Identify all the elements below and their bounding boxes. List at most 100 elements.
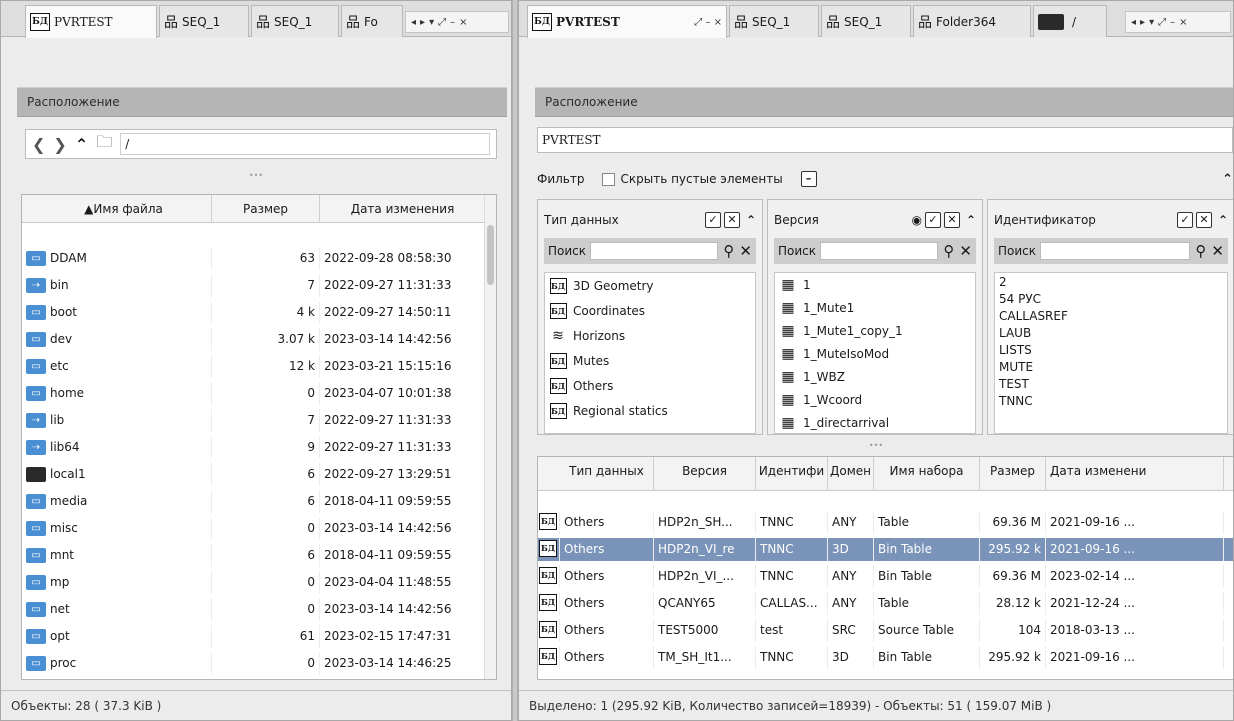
table-row[interactable]: БД Others TEST5000 test SRC Source Table 104 20… <box>538 619 1233 642</box>
tab-folder[interactable]: 品 Fo <box>341 5 403 37</box>
table-row[interactable]: ▭ mp 0 2023-04-04 11:48:55 <box>22 571 496 594</box>
tab-pvrtest[interactable]: БД PVRTEST <box>25 5 157 38</box>
table-row[interactable]: ▭ home 0 2023-04-07 10:01:38 <box>22 382 496 405</box>
deselect-all-icon[interactable]: ✕ <box>1195 212 1212 228</box>
list-item[interactable]: 54 РУС <box>995 290 1227 307</box>
up-icon[interactable]: ⌃ <box>75 135 88 154</box>
table-row[interactable]: БД Others HDP2n_VI_... TNNC ANY Bin Table 69.3… <box>538 565 1233 588</box>
list-item[interactable]: БД 3D Geometry <box>545 273 755 298</box>
path-field[interactable]: PVRTEST <box>537 127 1233 153</box>
column-header-date[interactable]: Дата изменения <box>320 195 486 223</box>
column-header-date[interactable]: Дата изменени <box>1046 457 1224 491</box>
table-row[interactable]: ⇢ bin 7 2022-09-27 11:31:33 <box>22 274 496 297</box>
select-all-icon[interactable]: ✓ <box>924 212 941 228</box>
back-icon[interactable]: ❮ <box>32 135 45 154</box>
splitter-handle[interactable]: ••• <box>519 441 1233 450</box>
list-item[interactable]: CALLASREF <box>995 307 1227 324</box>
collapse-icon[interactable]: ⌃ <box>966 213 976 227</box>
table-row[interactable]: БД Others TM_SH_It1... TNNC 3D Bin Table 295.9… <box>538 646 1233 669</box>
list-item[interactable]: LISTS <box>995 341 1227 358</box>
path-input[interactable]: / <box>120 133 490 155</box>
identifier-search-input[interactable] <box>1040 242 1191 260</box>
table-row[interactable]: ▭ DDAM 63 2022-09-28 08:58:30 <box>22 247 496 270</box>
deselect-all-icon[interactable]: ✕ <box>943 212 960 228</box>
scroll-left-icon[interactable]: ◂ <box>1131 17 1136 28</box>
list-item[interactable]: TNNC <box>995 392 1227 409</box>
column-header-size[interactable]: Размер <box>980 457 1046 491</box>
select-all-icon[interactable]: ✓ <box>704 212 721 228</box>
collapse-icon[interactable]: ⌃ <box>746 213 756 227</box>
column-header-datatype[interactable]: Тип данных <box>560 457 654 491</box>
list-item[interactable]: ▦ 1_Mute1 <box>775 296 975 319</box>
eye-icon[interactable]: ◉ <box>911 213 921 227</box>
table-row[interactable]: БД Others HDP2n_SH... TNNC ANY Table 69.36 M 20… <box>538 511 1233 534</box>
tab-seq-1-second[interactable]: 品 SEQ_1 <box>251 5 339 37</box>
table-row[interactable]: ▭ media 6 2018-04-11 09:59:55 <box>22 490 496 513</box>
table-row[interactable]: БД Others QCANY65 CALLAS... ANY Table 28.12 k2… <box>538 592 1233 615</box>
scroll-left-icon[interactable]: ◂ <box>411 17 416 28</box>
table-row[interactable]: ⇢ lib64 9 2022-09-27 11:31:33 <box>22 436 496 459</box>
scroll-right-icon[interactable]: ▸ <box>420 17 425 28</box>
tab-menu-icon[interactable]: ▾ <box>429 17 434 28</box>
tab-root-folder[interactable]: / <box>1033 5 1107 37</box>
close-icon[interactable]: × <box>459 17 467 28</box>
list-item[interactable]: ▦ 1_directarrival <box>775 411 975 433</box>
tab-folder364[interactable]: 品 Folder364 <box>913 5 1031 37</box>
tab-menu-icon[interactable]: ▾ <box>1149 17 1154 28</box>
clear-icon[interactable]: ✕ <box>739 242 752 260</box>
list-item[interactable]: БД Others <box>545 373 755 398</box>
collapse-filter-icon[interactable]: – <box>800 171 817 187</box>
scrollbar-thumb[interactable] <box>487 225 494 285</box>
search-icon[interactable]: ⚲ <box>943 242 954 260</box>
hide-empty-checkbox[interactable] <box>602 172 616 186</box>
list-item[interactable]: 2 <box>995 273 1227 290</box>
maximize-icon[interactable]: ⤢ <box>1158 17 1166 28</box>
clear-icon[interactable]: ✕ <box>959 242 972 260</box>
minimize-icon[interactable]: – <box>1170 17 1175 28</box>
collapse-up-icon[interactable]: ⌃ <box>1222 172 1233 187</box>
column-header-domain[interactable]: Домен <box>828 457 874 491</box>
deselect-all-icon[interactable]: ✕ <box>723 212 740 228</box>
select-all-icon[interactable]: ✓ <box>1176 212 1193 228</box>
table-row[interactable]: ▭ mnt 6 2018-04-11 09:59:55 <box>22 544 496 567</box>
clear-icon[interactable]: ✕ <box>1211 242 1224 260</box>
tab-seq-1-second[interactable]: 品 SEQ_1 <box>821 5 911 37</box>
table-row[interactable]: ▭ boot 4 k 2022-09-27 14:50:11 <box>22 301 496 324</box>
column-header-name[interactable]: ▲Имя файла <box>36 195 212 223</box>
table-row[interactable]: ▭ dev 3.07 k 2023-03-14 14:42:56 <box>22 328 496 351</box>
scroll-right-icon[interactable]: ▸ <box>1140 17 1145 28</box>
table-row[interactable]: ▭ net 0 2023-03-14 14:42:56 <box>22 598 496 621</box>
close-icon[interactable]: × <box>1179 17 1187 28</box>
version-search-input[interactable] <box>820 242 939 260</box>
table-row[interactable]: БД Others HDP2n_VI_re TNNC 3D Bin Table 295.92… <box>538 538 1233 561</box>
table-row[interactable]: ▭ proc 0 2023-03-14 14:46:25 <box>22 652 496 675</box>
column-header-size[interactable]: Размер <box>212 195 320 223</box>
search-icon[interactable]: ⚲ <box>723 242 734 260</box>
column-header-set-name[interactable]: Имя набора <box>874 457 980 491</box>
list-item[interactable]: ▦ 1_MuteIsoMod <box>775 342 975 365</box>
table-row[interactable]: ▭ opt 61 2023-02-15 17:47:31 <box>22 625 496 648</box>
table-row[interactable]: ▭ misc 0 2023-03-14 14:42:56 <box>22 517 496 540</box>
tab-pvrtest[interactable]: БД PVRTEST ⤢ – × <box>527 5 727 38</box>
list-item[interactable]: ▦ 1_Wcoord <box>775 388 975 411</box>
file-table-scrollbar[interactable] <box>484 195 496 679</box>
tab-seq-1[interactable]: 品 SEQ_1 <box>729 5 819 37</box>
list-item[interactable]: ▦ 1_Mute1_copy_1 <box>775 319 975 342</box>
datatype-search-input[interactable] <box>590 242 719 260</box>
search-icon[interactable]: ⚲ <box>1195 242 1206 260</box>
list-item[interactable]: MUTE <box>995 358 1227 375</box>
table-row[interactable]: local1 6 2022-09-27 13:29:51 <box>22 463 496 486</box>
table-row[interactable]: ▭ etc 12 k 2023-03-21 15:15:16 <box>22 355 496 378</box>
tab-seq-1[interactable]: 品 SEQ_1 <box>159 5 249 37</box>
list-item[interactable]: БД Regional statics <box>545 398 755 423</box>
maximize-icon[interactable]: ⤢ <box>438 17 446 28</box>
list-item[interactable]: БД Mutes <box>545 348 755 373</box>
minimize-icon[interactable]: – <box>450 17 455 28</box>
tab-close-icon[interactable]: ⤢ – × <box>694 17 722 28</box>
list-item[interactable]: БД Coordinates <box>545 298 755 323</box>
splitter-handle[interactable]: ••• <box>1 171 511 180</box>
browse-folder-icon[interactable]: 🗀 <box>96 131 112 158</box>
list-item[interactable]: ▦ 1_WBZ <box>775 365 975 388</box>
table-row[interactable]: ⇢ lib 7 2022-09-27 11:31:33 <box>22 409 496 432</box>
list-item[interactable]: TEST <box>995 375 1227 392</box>
